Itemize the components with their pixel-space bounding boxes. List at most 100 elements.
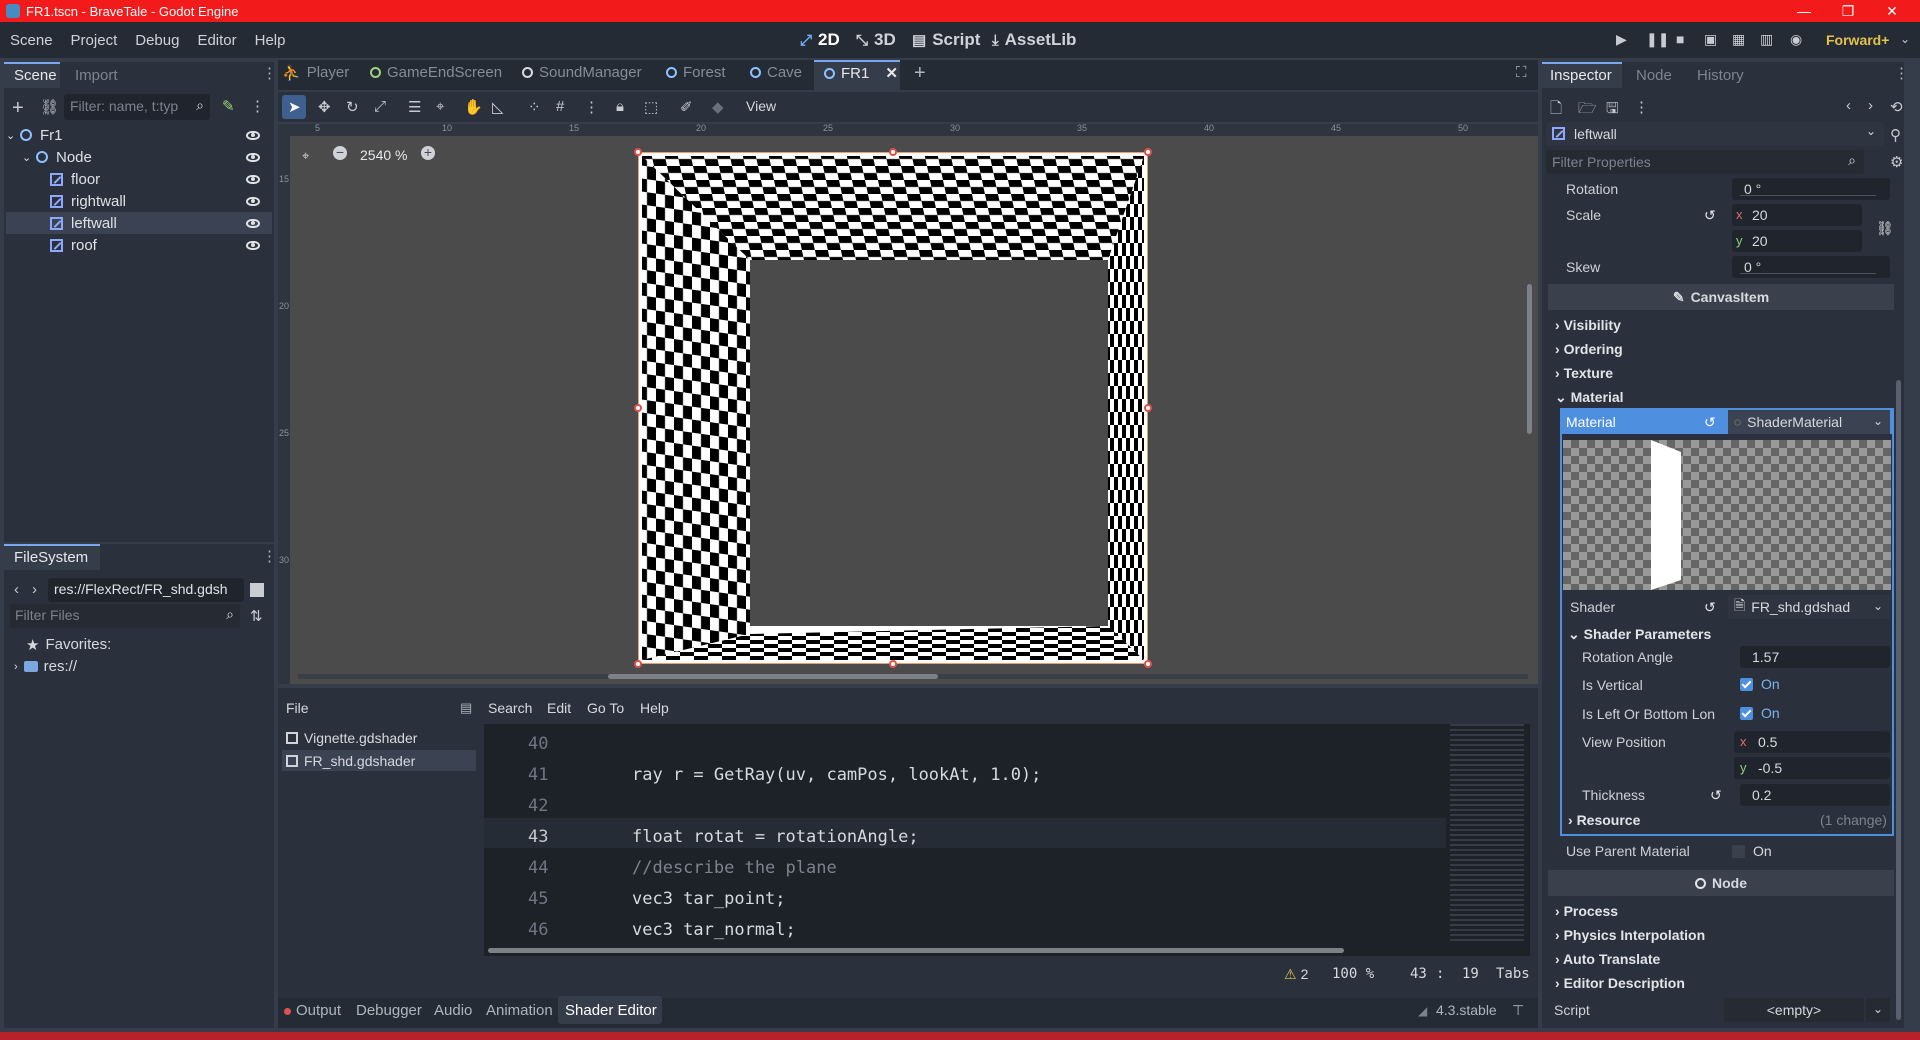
canvasitem-header[interactable]: ✎ CanvasItem — [1548, 284, 1894, 310]
resize-handle[interactable] — [889, 148, 897, 156]
workspace-assetlib[interactable]: ⤓ AssetLib — [992, 22, 1076, 58]
visibility-eye-icon[interactable] — [246, 240, 260, 250]
scene-tab-fr1[interactable]: FR1 ✕ — [824, 64, 898, 82]
pause-icon[interactable]: ❚❚ — [1646, 31, 1669, 48]
rotation-angle-field[interactable]: 1.57 — [1740, 646, 1890, 668]
property-options-icon[interactable]: ⚙ — [1890, 153, 1903, 171]
view-position-x-field[interactable]: x 0.5 — [1734, 731, 1890, 753]
code-minimap[interactable] — [1450, 724, 1524, 944]
split-view-icon[interactable] — [250, 583, 264, 597]
resize-handle[interactable] — [634, 404, 642, 412]
chevron-down-icon[interactable]: ⌄ — [1866, 410, 1890, 434]
movie-maker-icon[interactable]: ◉ — [1790, 31, 1802, 48]
revert-icon[interactable]: ↺ — [1704, 599, 1716, 616]
shader-menu-file[interactable]: File — [286, 700, 309, 716]
menu-help[interactable]: Help — [246, 32, 295, 49]
add-node-icon[interactable]: + — [12, 97, 24, 120]
link-icon[interactable]: ⛓ — [40, 98, 59, 116]
view-menu[interactable]: View — [746, 98, 776, 114]
close-window-button[interactable]: ✕ — [1870, 0, 1914, 22]
bone-icon[interactable]: ✐ — [680, 98, 693, 116]
back-icon[interactable]: ‹ — [14, 581, 19, 598]
menu-debug[interactable]: Debug — [126, 32, 188, 49]
smart-snap-icon[interactable]: ⁘ — [528, 98, 541, 116]
list-select-icon[interactable]: ☰ — [408, 98, 421, 116]
zoom-out-icon[interactable]: − — [333, 145, 347, 160]
shader-menu-help[interactable]: Help — [640, 700, 669, 716]
h-scrollbar-thumb[interactable] — [608, 674, 938, 679]
play-custom-scene-icon[interactable]: ▥ — [1760, 31, 1773, 48]
workspace-script[interactable]: ▤ Script — [912, 22, 980, 58]
renderer-select[interactable]: Forward+ — [1826, 32, 1889, 48]
more-icon[interactable]: ⋮ — [250, 97, 265, 115]
shader-menu-goto[interactable]: Go To — [587, 700, 624, 716]
revert-icon[interactable]: ↺ — [1704, 414, 1716, 431]
resize-handle[interactable] — [634, 660, 642, 668]
scale-y-field[interactable]: y 20 — [1732, 230, 1862, 252]
favorites-item[interactable]: ★ Favorites: — [26, 636, 111, 654]
rotation-field[interactable]: 0 ° — [1732, 178, 1890, 200]
resize-handle[interactable] — [1144, 404, 1152, 412]
tab-history[interactable]: History — [1697, 67, 1744, 84]
visibility-eye-icon[interactable] — [246, 174, 260, 184]
scene-tab-soundmanager[interactable]: SoundManager — [522, 64, 642, 81]
menu-project[interactable]: Project — [62, 32, 127, 49]
chevron-down-icon[interactable]: ⌄ — [1900, 32, 1910, 46]
scene-tab-gameendscreen[interactable]: GameEndScreen — [370, 64, 502, 81]
remote-debug-icon[interactable]: ▣ — [1704, 31, 1717, 48]
play-icon[interactable]: ▶ — [1616, 31, 1627, 48]
tab-import[interactable]: Import — [75, 67, 118, 84]
save-resource-icon[interactable]: 🖫︎ — [1606, 98, 1619, 123]
visibility-eye-icon[interactable] — [246, 218, 260, 228]
section-editor-description[interactable]: › Editor Description — [1555, 975, 1895, 991]
visibility-eye-icon[interactable] — [246, 152, 260, 162]
warnings-indicator[interactable]: ⚠ 2 — [1284, 966, 1308, 983]
resize-handle[interactable] — [1144, 148, 1152, 156]
tab-inspector[interactable]: Inspector — [1550, 67, 1612, 84]
menu-editor[interactable]: Editor — [188, 32, 245, 49]
zoom-level[interactable]: 2540 % — [360, 147, 407, 163]
object-selector[interactable]: leftwall ⌄ — [1546, 122, 1884, 146]
resize-handle[interactable] — [634, 148, 642, 156]
code-editor[interactable]: 40 41 42 43 44 45 46 ray r = GetRay(uv, … — [484, 724, 1530, 956]
dock-menu-icon[interactable]: ⋮ — [262, 64, 277, 82]
more-icon[interactable]: ⋮ — [1634, 98, 1649, 116]
play-scene-icon[interactable]: ▦ — [1732, 31, 1745, 48]
tree-item-floor[interactable]: floor — [6, 168, 272, 190]
chevron-down-icon[interactable]: ⌄ — [1866, 595, 1890, 619]
tree-item-fr1[interactable]: ⌄ Fr1 — [6, 124, 272, 146]
tab-node[interactable]: Node — [1636, 67, 1672, 84]
resource-section[interactable]: › Resource — [1568, 812, 1640, 828]
zoom-in-icon[interactable]: + — [421, 145, 435, 160]
link-scale-icon[interactable]: ⛓ — [1876, 220, 1894, 237]
shader-menu-edit[interactable]: Edit — [547, 700, 571, 716]
skew-field[interactable]: 0 ° — [1732, 256, 1890, 278]
resize-handle[interactable] — [889, 660, 897, 668]
canvas-viewport[interactable]: 5 10 15 20 25 30 35 40 45 50 15 20 25 30 ⌖ − 2540 % … — [278, 124, 1538, 684]
workspace-2d[interactable]: ⤢ 2D — [800, 22, 840, 58]
scene-tab-forest[interactable]: Forest — [666, 64, 726, 81]
chevron-down-icon[interactable]: ⌄ — [1866, 998, 1890, 1022]
panel-toggle-icon[interactable]: ⊤ — [1512, 1002, 1524, 1019]
open-resource-icon[interactable]: 🗁︎ — [1578, 98, 1597, 123]
toggle-files-icon[interactable]: ▤ — [460, 700, 472, 716]
tree-item-node[interactable]: ⌄ Node — [6, 146, 272, 168]
minimize-button[interactable]: — — [1782, 0, 1826, 22]
maximize-button[interactable]: ❐ — [1826, 0, 1870, 22]
shader-file-vignette[interactable]: Vignette.gdshader — [286, 728, 476, 748]
shader-parameters-header[interactable]: ⌄ Shader Parameters — [1568, 626, 1711, 643]
rotate-tool-icon[interactable]: ↻ — [346, 98, 359, 116]
revert-icon[interactable]: ↺ — [1710, 787, 1722, 804]
distraction-free-icon[interactable]: ⛶ — [1516, 64, 1527, 81]
section-visibility[interactable]: › Visibility — [1555, 317, 1895, 333]
grid-snap-icon[interactable]: # — [556, 98, 564, 115]
filesystem-filter-input[interactable]: Filter Files ⌕ — [10, 604, 240, 628]
visibility-eye-icon[interactable] — [246, 196, 260, 206]
filesystem-path-input[interactable]: res://FlexRect/FR_shd.gdsh — [48, 578, 244, 602]
tab-animation[interactable]: Animation — [486, 1002, 553, 1019]
indent-mode[interactable]: Tabs — [1496, 966, 1530, 982]
add-tab-icon[interactable]: + — [914, 62, 926, 85]
group-icon[interactable]: ⬚ — [644, 98, 658, 116]
history-forward-icon[interactable]: › — [1868, 97, 1873, 114]
resize-handle[interactable] — [1144, 660, 1152, 668]
